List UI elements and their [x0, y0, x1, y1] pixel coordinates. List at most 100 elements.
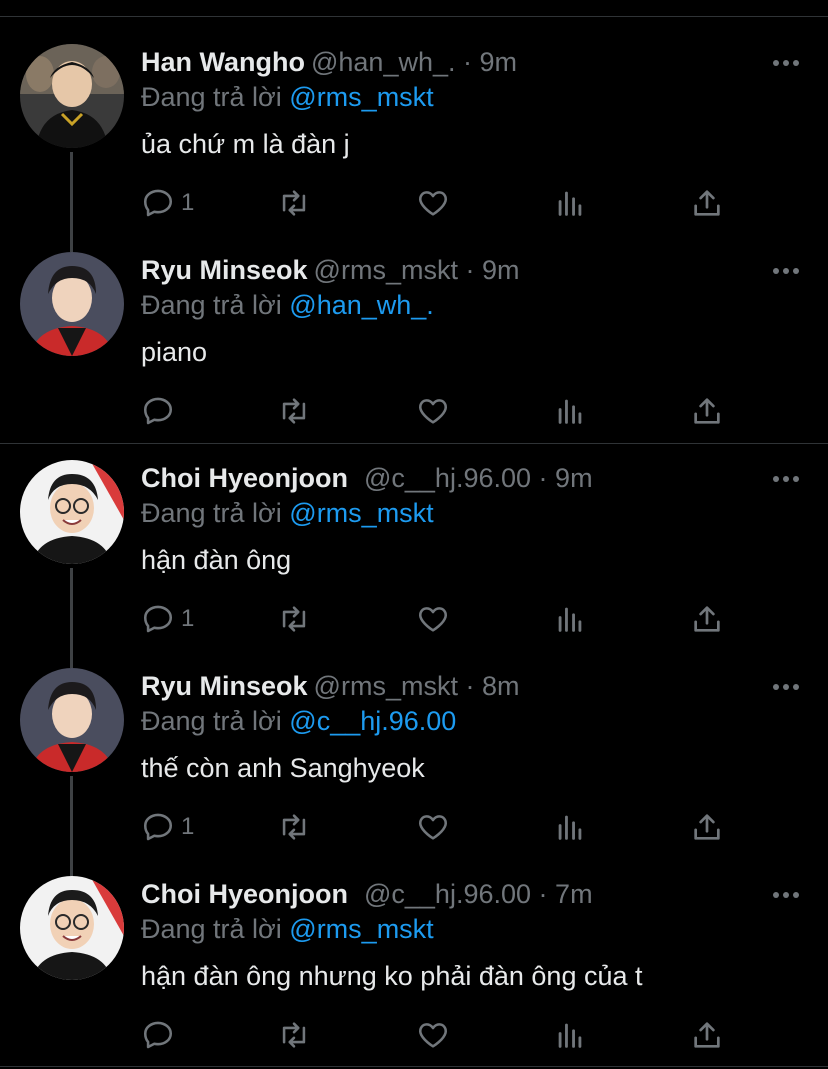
timestamp[interactable]: 9m	[480, 47, 518, 77]
reply-count: 1	[181, 189, 195, 216]
tweet-header: Choi Hyeonjoon @c__hj.96.00 · 7m	[141, 877, 593, 911]
avatar[interactable]	[20, 44, 124, 148]
thread-connector	[70, 152, 73, 252]
heart-icon	[419, 607, 447, 632]
display-name[interactable]: Ryu Minseok	[141, 671, 308, 701]
retweet-icon	[282, 398, 306, 424]
separator: ·	[538, 463, 548, 493]
user-handle[interactable]: @rms_mskt	[314, 671, 458, 701]
like-button[interactable]	[416, 394, 450, 428]
thread-connector	[70, 776, 73, 876]
share-button[interactable]	[690, 394, 724, 428]
display-name[interactable]: Han Wangho	[141, 47, 305, 77]
tweet-text: hận đàn ông	[141, 545, 292, 575]
tweet-actions: 1	[141, 810, 741, 844]
user-handle[interactable]: @han_wh_.	[311, 47, 456, 77]
replying-to: Đang trả lời @han_wh_.	[141, 288, 434, 322]
user-handle[interactable]: @rms_mskt	[314, 255, 458, 285]
tweet-actions: 1	[141, 602, 741, 636]
display-name[interactable]: Choi Hyeonjoon	[141, 879, 348, 909]
tweet-header: Ryu Minseok @rms_mskt · 9m	[141, 253, 520, 287]
share-icon	[694, 1022, 720, 1048]
display-name[interactable]: Choi Hyeonjoon	[141, 463, 348, 493]
retweet-button[interactable]	[277, 394, 311, 428]
timestamp[interactable]: 9m	[482, 255, 520, 285]
more-icon[interactable]	[772, 890, 800, 900]
reply-button[interactable]	[141, 394, 181, 428]
timestamp[interactable]: 7m	[555, 879, 593, 909]
retweet-button[interactable]	[277, 186, 311, 220]
share-button[interactable]	[690, 602, 724, 636]
reply-icon	[143, 605, 173, 633]
like-button[interactable]	[416, 810, 450, 844]
tweet-header: Han Wangho @han_wh_. · 9m	[141, 45, 517, 79]
share-button[interactable]	[690, 1018, 724, 1052]
separator: ·	[538, 879, 548, 909]
avatar[interactable]	[20, 668, 124, 772]
replying-to-label: Đang trả lời	[141, 498, 282, 528]
separator: ·	[465, 255, 475, 285]
analytics-button[interactable]	[553, 1018, 587, 1052]
heart-icon	[419, 815, 447, 840]
reply-count: 1	[181, 813, 195, 840]
analytics-icon	[558, 607, 582, 632]
mention-link[interactable]: @c__hj.96.00	[289, 706, 456, 736]
analytics-button[interactable]	[553, 394, 587, 428]
retweet-icon	[282, 190, 306, 216]
avatar[interactable]	[20, 876, 124, 980]
replying-to: Đang trả lời @rms_mskt	[141, 912, 434, 946]
heart-icon	[419, 399, 447, 424]
more-icon[interactable]	[772, 266, 800, 276]
retweet-button[interactable]	[277, 602, 311, 636]
share-icon	[694, 814, 720, 840]
avatar[interactable]	[20, 460, 124, 564]
more-icon[interactable]	[772, 682, 800, 692]
more-icon[interactable]	[772, 474, 800, 484]
like-button[interactable]	[416, 186, 450, 220]
replying-to-label: Đang trả lời	[141, 290, 282, 320]
reply-button[interactable]: 1	[141, 602, 194, 636]
mention-link[interactable]: @rms_mskt	[289, 498, 433, 528]
share-button[interactable]	[690, 810, 724, 844]
user-handle[interactable]: @c__hj.96.00	[364, 879, 531, 909]
mention-link[interactable]: @rms_mskt	[289, 914, 433, 944]
tweet-text: thế còn anh Sanghyeok	[141, 753, 425, 783]
reply-button[interactable]: 1	[141, 186, 194, 220]
like-button[interactable]	[416, 1018, 450, 1052]
share-button[interactable]	[690, 186, 724, 220]
tweet-text: hận đàn ông nhưng ko phải đàn ông của t	[141, 961, 643, 991]
like-button[interactable]	[416, 602, 450, 636]
replying-to: Đang trả lời @rms_mskt	[141, 80, 434, 114]
conversation-divider	[0, 443, 828, 444]
retweet-button[interactable]	[277, 1018, 311, 1052]
reply-icon	[143, 189, 173, 217]
reply-icon	[143, 1021, 173, 1049]
user-handle[interactable]: @c__hj.96.00	[364, 463, 531, 493]
timestamp[interactable]: 9m	[555, 463, 593, 493]
analytics-button[interactable]	[553, 602, 587, 636]
analytics-icon	[558, 399, 582, 424]
analytics-button[interactable]	[553, 810, 587, 844]
share-icon	[694, 398, 720, 424]
bottom-divider	[0, 1066, 828, 1067]
reply-button[interactable]	[141, 1018, 181, 1052]
more-icon[interactable]	[772, 58, 800, 68]
reply-button[interactable]: 1	[141, 810, 194, 844]
tweet-actions	[141, 394, 741, 428]
mention-link[interactable]: @han_wh_.	[289, 290, 434, 320]
separator: ·	[463, 47, 473, 77]
timestamp[interactable]: 8m	[482, 671, 520, 701]
analytics-button[interactable]	[553, 186, 587, 220]
top-divider	[0, 16, 828, 17]
replying-to-label: Đang trả lời	[141, 914, 282, 944]
avatar[interactable]	[20, 252, 124, 356]
thread-connector	[70, 568, 73, 668]
display-name[interactable]: Ryu Minseok	[141, 255, 308, 285]
share-icon	[694, 190, 720, 216]
replying-to-label: Đang trả lời	[141, 706, 282, 736]
tweet-actions	[141, 1018, 741, 1052]
heart-icon	[419, 1023, 447, 1048]
mention-link[interactable]: @rms_mskt	[289, 82, 433, 112]
retweet-button[interactable]	[277, 810, 311, 844]
tweet-header: Ryu Minseok @rms_mskt · 8m	[141, 669, 520, 703]
